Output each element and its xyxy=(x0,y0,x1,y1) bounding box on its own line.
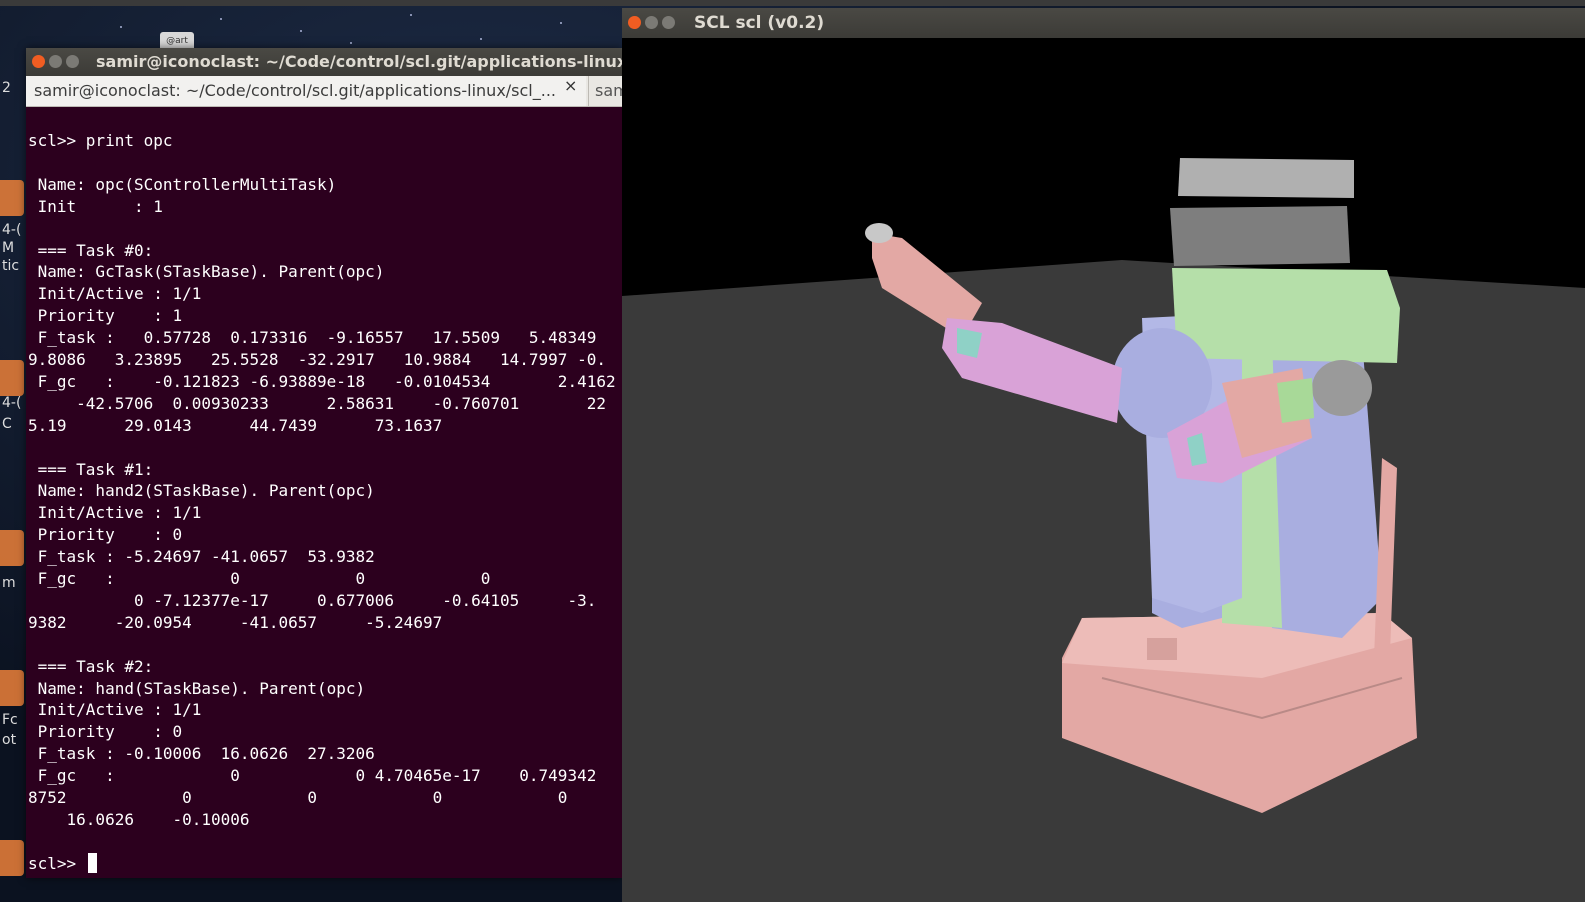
bg-window-fragment: 2 xyxy=(2,80,11,96)
scl-titlebar[interactable]: SCL scl (v0.2) xyxy=(622,8,1585,38)
terminal-line: Name: hand2(STaskBase). Parent(opc) xyxy=(28,481,375,501)
terminal-line: Priority : 0 xyxy=(28,722,183,742)
top-panel xyxy=(0,0,1585,6)
terminal-line: F_gc : -0.121823 -6.93889e-18 -0.0104534… xyxy=(28,371,616,391)
tab-label: samir@iconoclast: ~/Code/control/scl.git… xyxy=(34,81,557,100)
terminal-line: Priority : 0 xyxy=(28,525,183,545)
terminal-line: === Task #1: xyxy=(28,459,154,479)
terminal-line: Name: GcTask(STaskBase). Parent(opc) xyxy=(28,262,385,282)
launcher-item[interactable] xyxy=(0,180,24,216)
window-title: samir@iconoclast: ~/Code/control/scl.git… xyxy=(96,52,622,71)
bg-window-fragment: tic xyxy=(2,258,20,274)
tab-close-icon[interactable]: × xyxy=(564,76,577,95)
launcher-item[interactable] xyxy=(0,840,24,876)
terminal-line: Name: opc(SControllerMultiTask) xyxy=(28,174,337,194)
3d-viewport[interactable] xyxy=(622,38,1585,902)
terminal-line: -42.5706 0.00930233 2.58631 -0.760701 22 xyxy=(28,393,606,413)
terminal-tab-bar: samir@iconoclast: ~/Code/control/scl.git… xyxy=(26,76,622,107)
terminal-line: F_task : 0.57728 0.173316 -9.16557 17.55… xyxy=(28,328,597,348)
close-icon[interactable] xyxy=(32,55,45,68)
terminal-window[interactable]: samir@iconoclast: ~/Code/control/scl.git… xyxy=(26,48,622,878)
terminal-line: 0 -7.12377e-17 0.677006 -0.64105 -3. xyxy=(28,590,597,610)
bg-window-fragment: C xyxy=(2,416,12,432)
terminal-line: Priority : 1 xyxy=(28,306,183,326)
floor-plane xyxy=(622,260,1585,902)
terminal-line: 8752 0 0 0 0 xyxy=(28,788,568,807)
terminal-line: Init : 1 xyxy=(28,196,163,216)
bg-window-fragment: 4-( xyxy=(2,222,22,238)
window-title: SCL scl (v0.2) xyxy=(694,13,825,33)
terminal-line: F_gc : 0 0 0 xyxy=(28,569,491,588)
terminal-cursor xyxy=(87,852,97,873)
terminal-tab-active[interactable]: samir@iconoclast: ~/Code/control/scl.git… xyxy=(26,76,586,106)
terminal-line: === Task #2: xyxy=(28,656,154,676)
tab-label: sam xyxy=(595,81,622,100)
terminal-line: === Task #0: xyxy=(28,240,154,260)
terminal-line: 5.19 29.0143 44.7439 73.1637 xyxy=(28,415,443,435)
maximize-icon[interactable] xyxy=(66,55,79,68)
terminal-line: 9.8086 3.23895 25.5528 -32.2917 10.9884 … xyxy=(28,350,606,369)
bg-window-fragment: m xyxy=(2,575,16,591)
terminal-line: F_gc : 0 0 4.70465e-17 0.749342 xyxy=(28,766,597,786)
terminal-line: Init/Active : 1/1 xyxy=(28,503,202,523)
terminal-tab[interactable]: sam xyxy=(588,76,622,106)
terminal-output[interactable]: scl>> print opc Name: opc(SControllerMul… xyxy=(26,108,622,878)
launcher-item[interactable] xyxy=(0,360,24,396)
launcher-item[interactable] xyxy=(0,530,24,566)
terminal-line: Init/Active : 1/1 xyxy=(28,284,202,304)
terminal-line: 9382 -20.0954 -41.0657 -5.24697 xyxy=(28,612,443,632)
terminal-line: F_task : -5.24697 -41.0657 53.9382 xyxy=(28,547,375,567)
minimize-icon[interactable] xyxy=(49,55,62,68)
bg-window-fragment: Fc xyxy=(2,712,18,728)
bg-window-fragment: M xyxy=(2,240,15,256)
window-controls xyxy=(32,55,83,76)
terminal-line: scl>> print opc xyxy=(28,131,173,150)
bg-window-fragment: ot xyxy=(2,732,17,748)
minimize-icon[interactable] xyxy=(645,16,658,29)
launcher-strip: 2 4-( M tic m 4-( C Fc ot xyxy=(0,40,26,902)
terminal-line: Init/Active : 1/1 xyxy=(28,700,202,720)
robot-head xyxy=(1170,158,1354,266)
terminal-line: scl>> xyxy=(28,852,97,875)
terminal-line: F_task : -0.10006 16.0626 27.3206 xyxy=(28,744,375,764)
close-icon[interactable] xyxy=(628,16,641,29)
terminal-titlebar[interactable]: samir@iconoclast: ~/Code/control/scl.git… xyxy=(26,48,622,76)
terminal-line: 16.0626 -0.10006 xyxy=(28,809,250,829)
scl-viewer-window[interactable]: SCL scl (v0.2) xyxy=(622,8,1585,902)
maximize-icon[interactable] xyxy=(662,16,675,29)
bg-window-fragment: 4-( xyxy=(2,395,22,411)
terminal-line: Name: hand(STaskBase). Parent(opc) xyxy=(28,678,366,698)
launcher-item[interactable] xyxy=(0,670,24,706)
